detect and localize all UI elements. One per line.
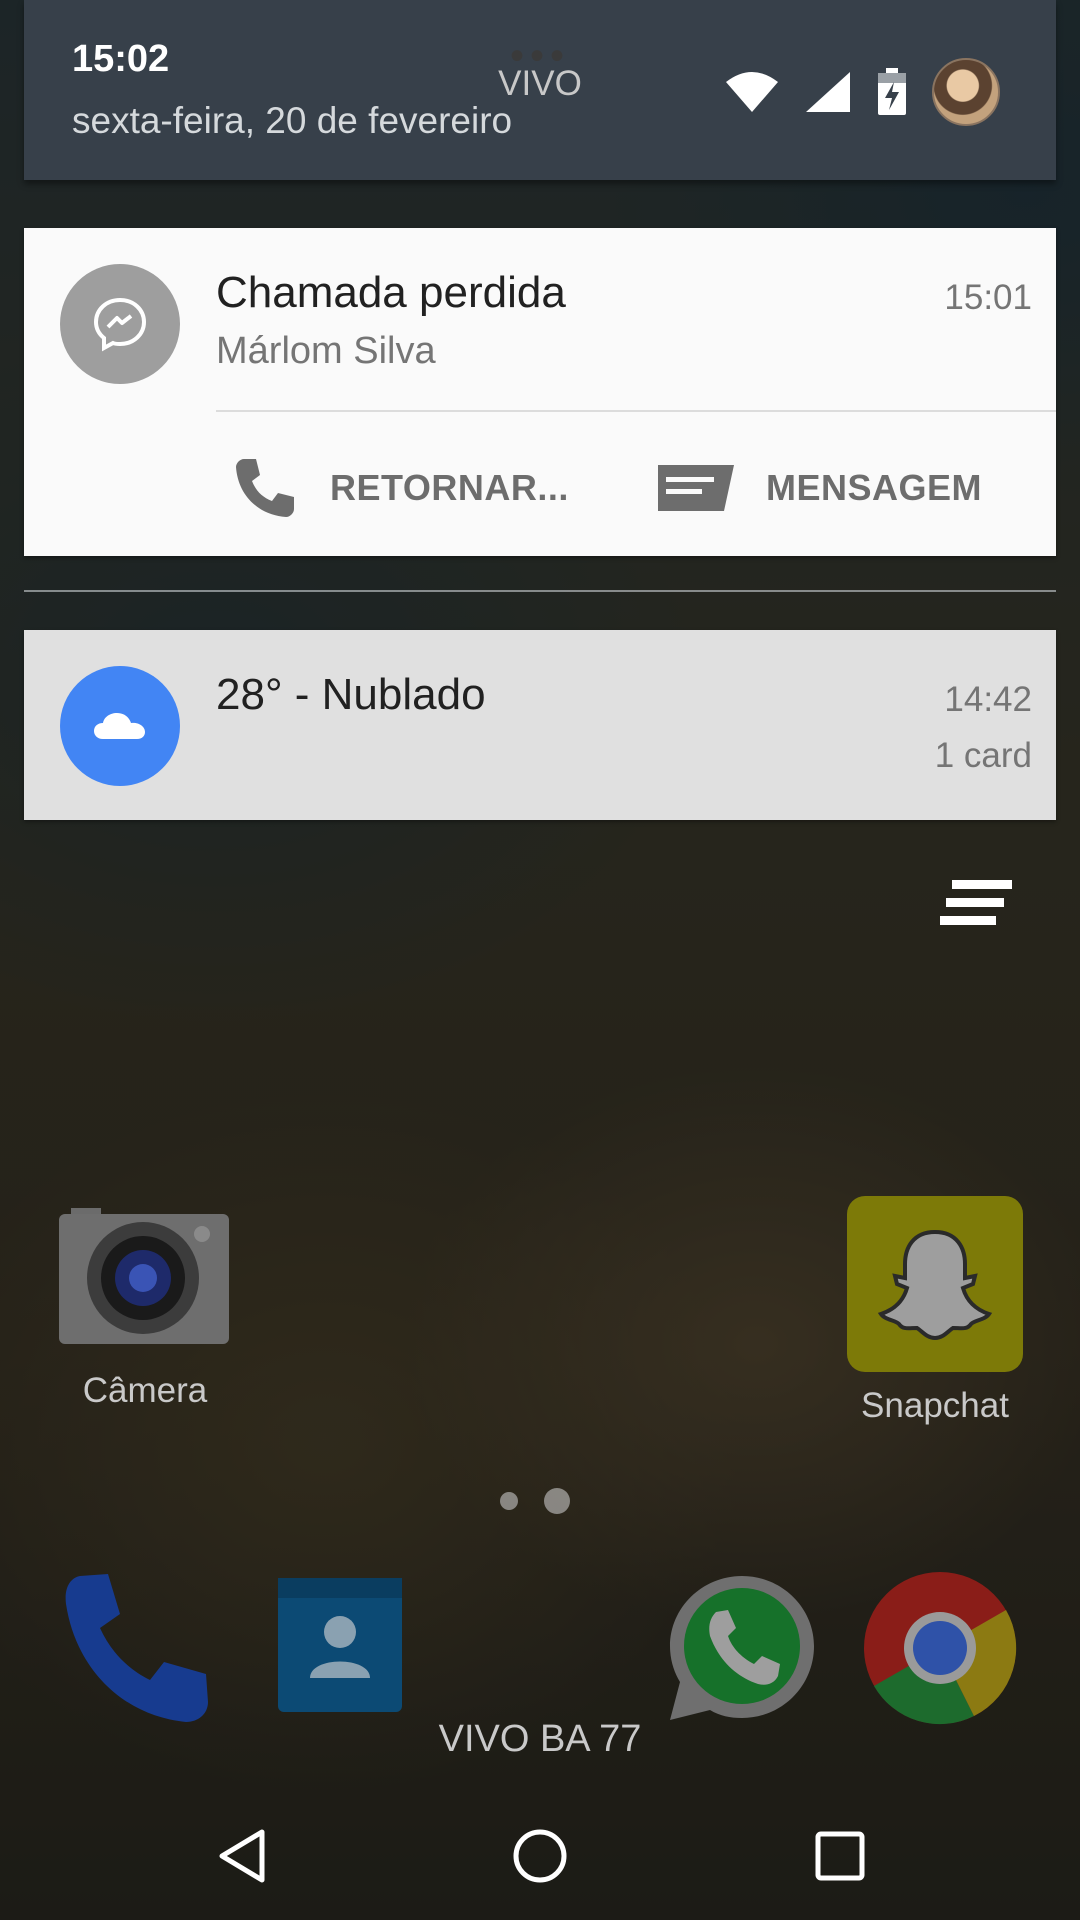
message-icon (658, 465, 734, 511)
weather-notification[interactable]: 28° - Nublado 14:42 1 card (24, 630, 1056, 820)
weather-card-count: 1 card (934, 736, 1032, 775)
clear-all-icon[interactable] (940, 876, 1020, 936)
dock-phone-app[interactable] (58, 1570, 218, 1735)
camera-label: Câmera (82, 1371, 208, 1410)
weather-title: 28° - Nublado (216, 670, 486, 719)
home-icon (513, 1829, 567, 1883)
contacts-icon (278, 1578, 402, 1712)
call-back-label: RETORNAR... (330, 467, 569, 508)
message-button[interactable]: MENSAGEM (656, 446, 982, 530)
notification-separator (24, 590, 1056, 592)
weather-time: 14:42 (944, 680, 1032, 719)
dock-folder-label: VIVO BA 77 (438, 1718, 642, 1760)
page-indicator (500, 1488, 570, 1514)
home-button[interactable] (500, 1816, 580, 1896)
recents-button[interactable] (800, 1816, 880, 1896)
snapchat-app[interactable]: Snapchat (830, 1196, 1040, 1426)
back-icon (219, 1829, 265, 1883)
page-dot-active (544, 1488, 570, 1514)
snapchat-label: Snapchat (861, 1386, 1009, 1425)
camera-icon (59, 1208, 229, 1344)
dock-whatsapp-app[interactable] (662, 1570, 822, 1735)
dock-chrome-app[interactable] (862, 1570, 1018, 1731)
call-back-button[interactable]: RETORNAR... (230, 446, 569, 530)
folder-icon-label: VIVO (498, 64, 582, 103)
date-label: sexta-feira, 20 de fevereiro (72, 100, 513, 141)
action-divider (216, 410, 1056, 412)
dock-contacts-app[interactable] (272, 1570, 408, 1725)
missed-call-notification[interactable]: Chamada perdida Márlom Silva 15:01 RETOR… (24, 228, 1056, 556)
notification-caller: Márlom Silva (216, 330, 436, 372)
camera-app[interactable]: Câmera (40, 1208, 250, 1411)
message-label: MENSAGEM (766, 467, 983, 508)
chrome-icon (864, 1572, 1017, 1725)
phone-icon (236, 459, 294, 517)
page-dot (500, 1492, 518, 1510)
phone-app-icon (65, 1574, 209, 1722)
recents-icon (815, 1831, 865, 1881)
snapchat-icon (847, 1196, 1023, 1372)
messenger-icon (60, 264, 180, 384)
navigation-bar (0, 1792, 1080, 1920)
notification-time: 15:01 (944, 278, 1032, 317)
back-button[interactable] (202, 1816, 282, 1896)
whatsapp-icon (670, 1576, 814, 1720)
cloud-icon (60, 666, 180, 786)
notification-title: Chamada perdida (216, 268, 566, 317)
